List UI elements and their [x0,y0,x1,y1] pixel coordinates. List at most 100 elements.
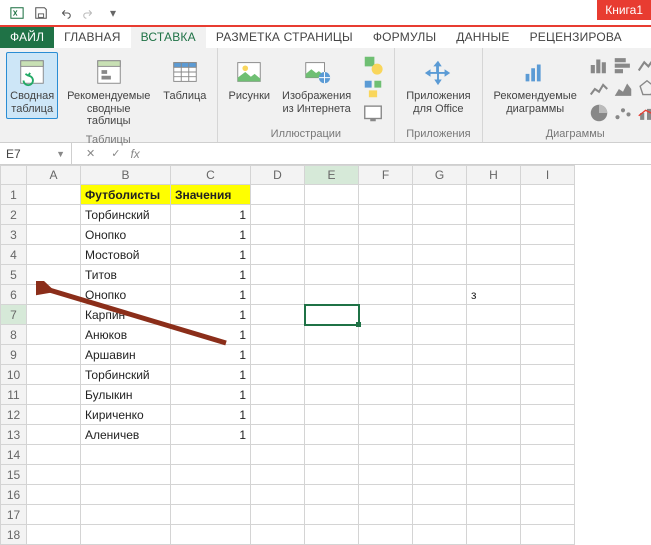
column-header-B[interactable]: B [81,166,171,185]
cell-H10[interactable] [467,365,521,385]
cell-G6[interactable] [413,285,467,305]
cell-C10[interactable]: 1 [171,365,251,385]
cell-I16[interactable] [521,485,575,505]
cell-G17[interactable] [413,505,467,525]
redo-icon[interactable] [78,2,100,24]
cell-E3[interactable] [305,225,359,245]
cell-I15[interactable] [521,465,575,485]
shapes-icon[interactable] [362,54,384,76]
excel-icon[interactable] [6,2,28,24]
online-pictures-button[interactable]: Изображения из Интернета [277,52,356,119]
cell-A2[interactable] [27,205,81,225]
cell-D9[interactable] [251,345,305,365]
recommended-pivot-button[interactable]: Рекомендуемые сводные таблицы [60,52,157,132]
column-header-C[interactable]: C [171,166,251,185]
line-chart-icon[interactable] [588,78,610,100]
column-header-E[interactable]: E [305,166,359,185]
tab-insert[interactable]: ВСТАВКА [131,27,206,48]
qat-customize-icon[interactable]: ▾ [102,2,124,24]
cell-C17[interactable] [171,505,251,525]
cell-C2[interactable]: 1 [171,205,251,225]
cell-A16[interactable] [27,485,81,505]
spreadsheet-grid[interactable]: ABCDEFGHI1ФутболистыЗначения2Торбинский1… [0,165,651,545]
cell-I6[interactable] [521,285,575,305]
cell-B9[interactable]: Аршавин [81,345,171,365]
name-box[interactable]: E7 ▼ [0,143,72,164]
cell-I1[interactable] [521,185,575,205]
name-box-dropdown-icon[interactable]: ▼ [56,149,65,159]
cell-A8[interactable] [27,325,81,345]
cell-I12[interactable] [521,405,575,425]
cell-H13[interactable] [467,425,521,445]
cell-F12[interactable] [359,405,413,425]
cell-H9[interactable] [467,345,521,365]
cell-F6[interactable] [359,285,413,305]
cell-A7[interactable] [27,305,81,325]
row-header-6[interactable]: 6 [1,285,27,305]
cell-B2[interactable]: Торбинский [81,205,171,225]
cell-E14[interactable] [305,445,359,465]
table-button[interactable]: Таблица [159,52,210,107]
cell-E5[interactable] [305,265,359,285]
row-header-16[interactable]: 16 [1,485,27,505]
cell-G7[interactable] [413,305,467,325]
bar-chart-icon[interactable] [612,54,634,76]
cell-I5[interactable] [521,265,575,285]
cell-B1[interactable]: Футболисты [81,185,171,205]
cell-H18[interactable] [467,525,521,545]
cell-A1[interactable] [27,185,81,205]
column-header-A[interactable]: A [27,166,81,185]
cell-C13[interactable]: 1 [171,425,251,445]
cell-A13[interactable] [27,425,81,445]
smartart-icon[interactable] [362,78,384,100]
cell-G11[interactable] [413,385,467,405]
cell-G2[interactable] [413,205,467,225]
column-chart-icon[interactable] [588,54,610,76]
cell-B7[interactable]: Карпин [81,305,171,325]
cell-D13[interactable] [251,425,305,445]
cell-H8[interactable] [467,325,521,345]
cell-G9[interactable] [413,345,467,365]
cell-A5[interactable] [27,265,81,285]
cell-E17[interactable] [305,505,359,525]
cell-E9[interactable] [305,345,359,365]
cell-A12[interactable] [27,405,81,425]
cell-F13[interactable] [359,425,413,445]
cell-A11[interactable] [27,385,81,405]
row-header-10[interactable]: 10 [1,365,27,385]
cell-H12[interactable] [467,405,521,425]
column-header-D[interactable]: D [251,166,305,185]
cell-B14[interactable] [81,445,171,465]
cell-D7[interactable] [251,305,305,325]
cell-G8[interactable] [413,325,467,345]
cell-I8[interactable] [521,325,575,345]
cell-G14[interactable] [413,445,467,465]
cell-H4[interactable] [467,245,521,265]
cell-F17[interactable] [359,505,413,525]
cell-C14[interactable] [171,445,251,465]
cell-B15[interactable] [81,465,171,485]
cell-E13[interactable] [305,425,359,445]
cell-E7[interactable] [305,305,359,325]
column-header-I[interactable]: I [521,166,575,185]
cell-B3[interactable]: Онопко [81,225,171,245]
row-header-18[interactable]: 18 [1,525,27,545]
cell-D17[interactable] [251,505,305,525]
cell-E6[interactable] [305,285,359,305]
cell-C7[interactable]: 1 [171,305,251,325]
cell-G1[interactable] [413,185,467,205]
cell-F15[interactable] [359,465,413,485]
cell-B12[interactable]: Кириченко [81,405,171,425]
cell-I3[interactable] [521,225,575,245]
cell-D1[interactable] [251,185,305,205]
cell-G18[interactable] [413,525,467,545]
pie-chart-icon[interactable] [588,102,610,124]
cell-D11[interactable] [251,385,305,405]
cell-A15[interactable] [27,465,81,485]
cell-H15[interactable] [467,465,521,485]
cell-B16[interactable] [81,485,171,505]
cell-A6[interactable] [27,285,81,305]
row-header-15[interactable]: 15 [1,465,27,485]
cell-G5[interactable] [413,265,467,285]
cell-D4[interactable] [251,245,305,265]
